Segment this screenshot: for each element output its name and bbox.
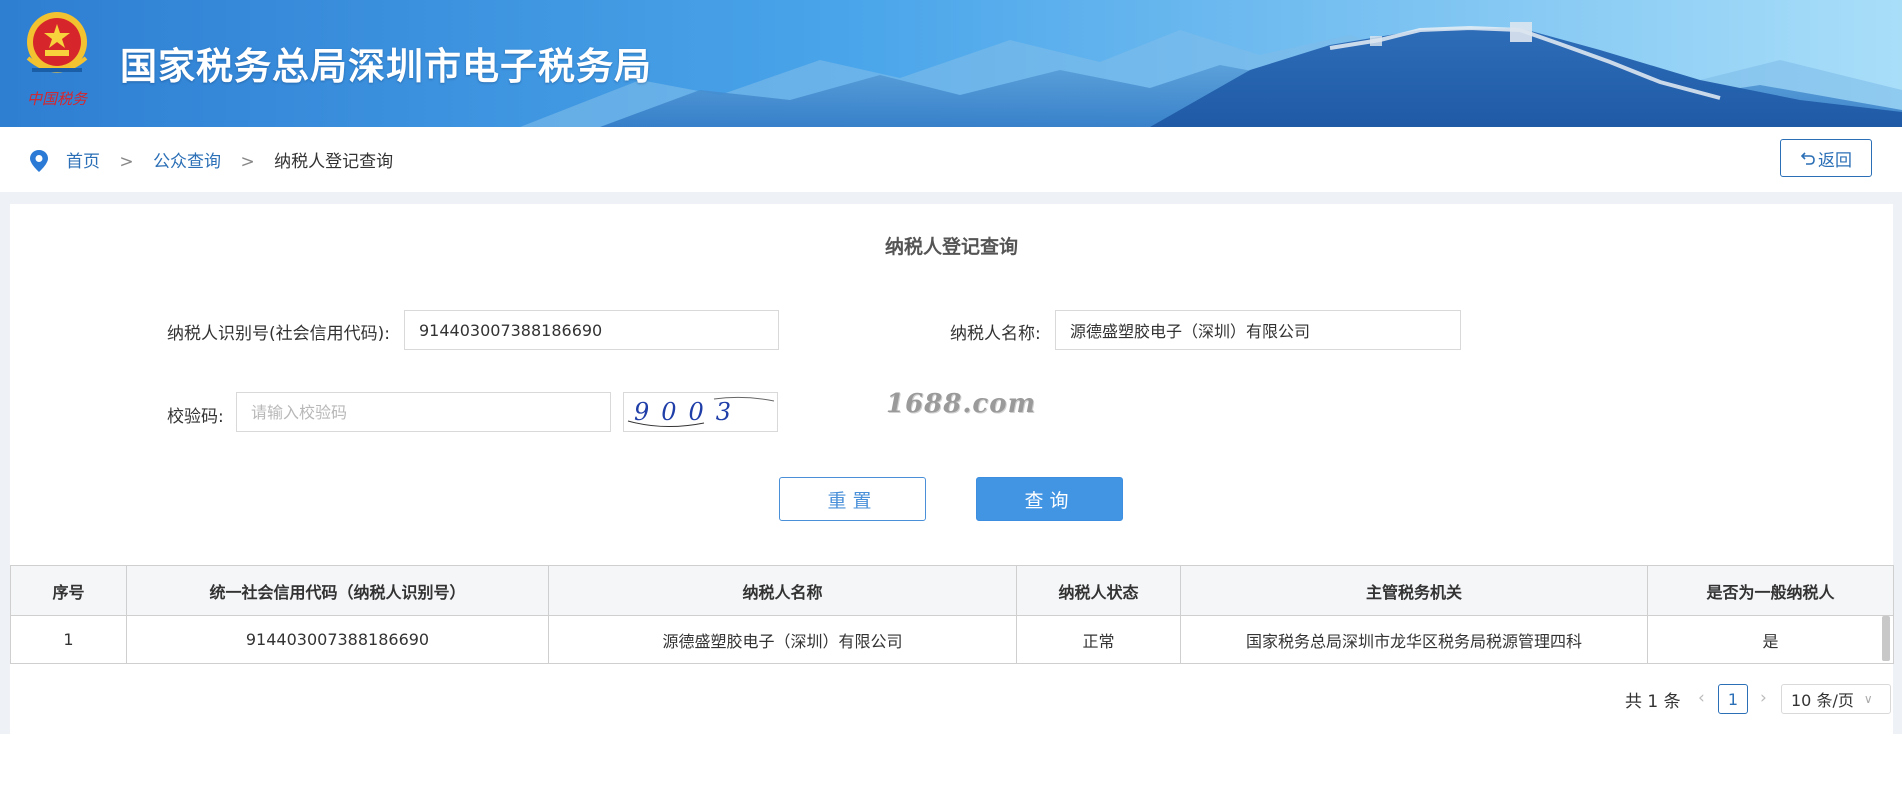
reset-button[interactable]: 重置 (779, 477, 926, 521)
column-header-credit-code: 统一社会信用代码（纳税人识别号） (126, 565, 549, 616)
page-gutter-right (1893, 204, 1902, 734)
column-header-status: 纳税人状态 (1016, 565, 1181, 616)
table-cell: 是 (1647, 615, 1894, 664)
emblem-text: 中国税务 (27, 90, 89, 108)
back-button-label: 返回 (1818, 150, 1852, 171)
column-header-general-taxpayer: 是否为一般纳税人 (1647, 565, 1894, 616)
breadcrumb-home[interactable]: 首页 (66, 152, 100, 172)
taxpayer-id-input[interactable] (404, 310, 779, 350)
table-cell: 源德盛塑胶电子（深圳）有限公司 (548, 615, 1017, 664)
breadcrumb: 首页 > 公众查询 > 纳税人登记查询 (66, 147, 393, 172)
breadcrumb-current: 纳税人登记查询 (274, 152, 394, 172)
tax-emblem-icon: 中国税务 (26, 12, 89, 108)
table-scrollbar[interactable] (1882, 616, 1890, 661)
taxpayer-name-input[interactable] (1055, 310, 1461, 350)
column-header-taxpayer-name: 纳税人名称 (548, 565, 1017, 616)
watermark-text: 1688.com (886, 389, 1037, 419)
query-button[interactable]: 查询 (976, 477, 1123, 521)
page-size-select[interactable]: 10 条/页 ∨ (1781, 684, 1891, 714)
back-button[interactable]: 返回 (1780, 139, 1872, 177)
captcha-image[interactable]: 9003 (623, 392, 778, 432)
results-table: 序号 统一社会信用代码（纳税人识别号） 纳税人名称 纳税人状态 主管税务机关 是… (10, 565, 1894, 664)
table-cell: 914403007388186690 (126, 615, 549, 664)
pagination-page-1[interactable]: 1 (1718, 684, 1748, 714)
location-pin-icon (30, 150, 48, 172)
chevron-left-icon[interactable]: ‹ (1698, 688, 1705, 708)
captcha-label: 校验码: (167, 407, 224, 427)
taxpayer-name-label: 纳税人名称: (950, 324, 1041, 344)
captcha-graphic: 9003 (627, 396, 775, 428)
breadcrumb-public-query[interactable]: 公众查询 (153, 152, 221, 172)
column-header-index: 序号 (10, 565, 127, 616)
table-cell: 正常 (1016, 615, 1181, 664)
page-gutter-left (0, 204, 10, 734)
breadcrumb-separator: > (240, 152, 255, 172)
chevron-down-icon: ∨ (1863, 692, 1873, 706)
site-title: 国家税务总局深圳市电子税务局 (120, 45, 652, 88)
column-header-tax-authority: 主管税务机关 (1180, 565, 1648, 616)
breadcrumb-bar: 首页 > 公众查询 > 纳税人登记查询 返回 (0, 127, 1902, 192)
page-title: 纳税人登记查询 (884, 236, 1018, 258)
captcha-text: 9003 (634, 398, 743, 426)
table-cell: 1 (10, 615, 127, 664)
header-banner: 中国税务 国家税务总局深圳市电子税务局 (0, 0, 1902, 127)
captcha-input[interactable] (236, 392, 611, 432)
return-arrow-icon (1800, 152, 1815, 165)
query-panel: 纳税人登记查询 纳税人识别号(社会信用代码): 纳税人名称: 校验码: 9003… (10, 204, 1894, 734)
chevron-right-icon[interactable]: › (1760, 688, 1767, 708)
breadcrumb-separator: > (119, 152, 134, 172)
table-row: 1 914403007388186690 源德盛塑胶电子（深圳）有限公司 正常 … (10, 615, 1894, 664)
pagination-total: 共 1 条 (1625, 692, 1681, 712)
taxpayer-id-label: 纳税人识别号(社会信用代码): (167, 324, 390, 344)
section-divider (0, 192, 1902, 204)
table-header-row: 序号 统一社会信用代码（纳税人识别号） 纳税人名称 纳税人状态 主管税务机关 是… (10, 565, 1894, 616)
table-cell: 国家税务总局深圳市龙华区税务局税源管理四科 (1180, 615, 1648, 664)
page-size-value: 10 条/页 (1791, 691, 1854, 710)
